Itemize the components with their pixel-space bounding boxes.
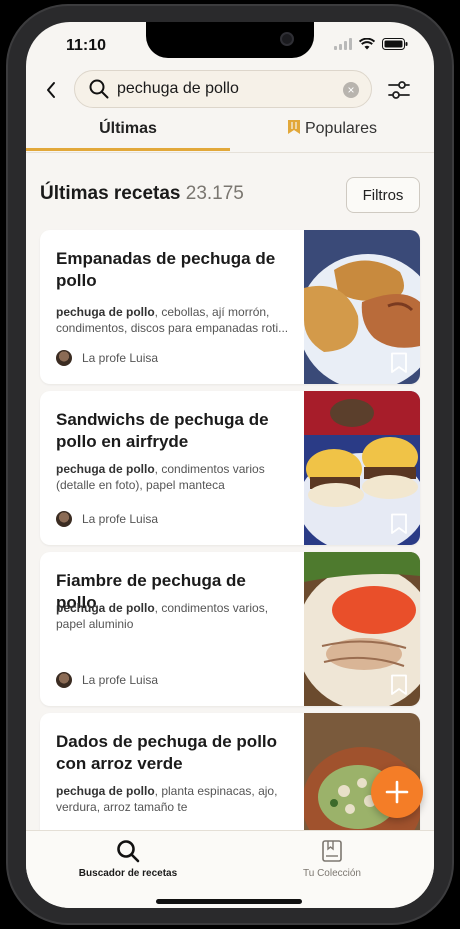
recipe-author[interactable]: La profe Luisa <box>56 511 158 527</box>
recipe-title: Dados de pechuga de pollo con arroz verd… <box>56 732 278 773</box>
recipe-ingredients: pechuga de pollo, planta espinacas, ajo,… <box>56 783 296 815</box>
status-icons <box>334 38 408 50</box>
tab-popular[interactable]: Populares <box>230 112 434 150</box>
bookmark-icon[interactable] <box>390 674 408 696</box>
collection-icon <box>322 840 342 862</box>
recipe-ingredients: pechuga de pollo, condimentos varios, pa… <box>56 600 296 632</box>
avatar <box>56 350 72 366</box>
ingredient-highlight: pechuga de pollo <box>56 305 155 319</box>
tab-latest-label: Últimas <box>99 120 157 137</box>
home-indicator <box>156 899 302 904</box>
tab-recipe-search[interactable]: Buscador de recetas <box>58 839 198 879</box>
front-camera <box>280 32 294 46</box>
tab-collection[interactable]: Tu Colección <box>262 839 402 879</box>
recipe-author[interactable]: La profe Luisa <box>56 672 158 688</box>
tab-recipe-search-label: Buscador de recetas <box>78 868 178 879</box>
bookmark-icon <box>287 120 300 134</box>
sliders-icon[interactable] <box>386 77 412 103</box>
author-name: La profe Luisa <box>82 512 159 526</box>
signal-icon <box>334 38 352 50</box>
recipe-title: Empanadas de pechuga de pollo <box>56 249 276 290</box>
recipe-ingredients: pechuga de pollo, cebollas, ají morrón, … <box>56 304 296 336</box>
recipe-list: Últimas recetas 23.175 Filtros Empanadas… <box>26 153 434 831</box>
clear-icon[interactable]: × <box>343 82 359 98</box>
camera-notch <box>146 22 314 58</box>
recipe-ingredients: pechuga de pollo, condimentos varios (de… <box>56 461 296 493</box>
author-name: La profe Luisa <box>82 673 159 687</box>
search-input[interactable] <box>117 78 337 100</box>
tab-popular-label: Populares <box>304 120 378 137</box>
tab-latest[interactable]: Últimas <box>26 112 230 150</box>
recipe-card[interactable]: Fiambre de pechuga de pollo pechuga de p… <box>40 552 420 706</box>
ingredient-highlight: pechuga de pollo <box>56 462 155 476</box>
recipe-card[interactable]: Dados de pechuga de pollo con arroz verd… <box>40 713 420 831</box>
recipe-card[interactable]: Sandwichs de pechuga de pollo en airfryd… <box>40 391 420 545</box>
section-title-text: Últimas recetas <box>40 183 181 204</box>
active-tab-indicator <box>26 148 230 151</box>
recipe-photo <box>304 552 420 706</box>
filter-button[interactable]: Filtros <box>346 177 420 213</box>
search-bar[interactable]: × <box>74 70 372 108</box>
recipe-count: 23.175 <box>185 183 244 204</box>
search-header: × <box>26 68 434 112</box>
wifi-icon <box>359 38 375 50</box>
tab-collection-label: Tu Colección <box>303 868 361 879</box>
recipe-photo <box>304 391 420 545</box>
author-name: La profe Luisa <box>82 351 159 365</box>
recipe-author[interactable]: La profe Luisa <box>56 350 158 366</box>
search-icon <box>89 79 109 99</box>
status-bar: 11:10 <box>26 22 434 70</box>
recipe-photo <box>304 230 420 384</box>
back-arrow-icon[interactable] <box>40 78 64 102</box>
bookmark-icon[interactable] <box>390 513 408 535</box>
search-icon <box>117 840 140 863</box>
plus-icon <box>385 780 409 804</box>
section-title: Últimas recetas 23.175 <box>40 183 244 205</box>
avatar <box>56 672 72 688</box>
add-recipe-button[interactable] <box>371 766 423 818</box>
status-time: 11:10 <box>66 37 107 54</box>
recipe-title: Sandwichs de pechuga de pollo en airfryd… <box>56 410 269 451</box>
bookmark-icon[interactable] <box>390 352 408 374</box>
section-header: Últimas recetas 23.175 Filtros <box>40 177 420 217</box>
bottom-tab-bar: Buscador de recetas Tu Colección <box>26 830 434 908</box>
app-screen: 11:10 pechuga de pollo × Últimas Popular… <box>26 22 434 908</box>
avatar <box>56 511 72 527</box>
ingredient-highlight: pechuga de pollo <box>56 784 155 798</box>
battery-icon <box>382 38 408 50</box>
phone-frame: 11:10 pechuga de pollo × Últimas Popular… <box>0 0 460 929</box>
tabs: Últimas Populares <box>26 112 434 153</box>
ingredient-highlight: pechuga de pollo <box>56 601 155 615</box>
recipe-card[interactable]: Empanadas de pechuga de pollo pechuga de… <box>40 230 420 384</box>
